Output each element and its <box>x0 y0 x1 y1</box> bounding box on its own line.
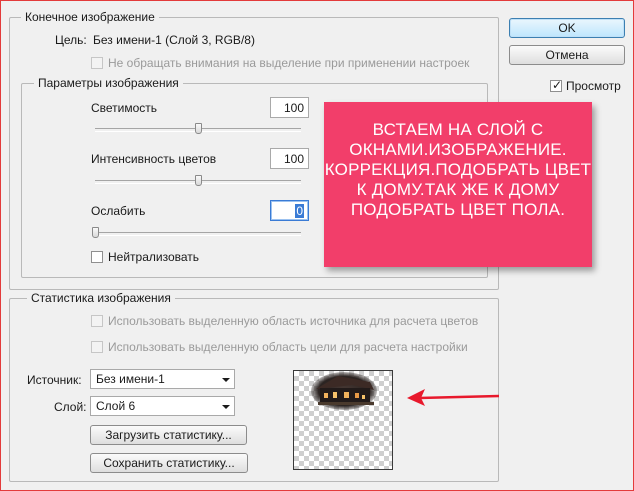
source-label: Источник: <box>27 373 82 387</box>
statistics-preview-thumbnail <box>293 370 393 470</box>
chevron-down-icon <box>222 378 230 382</box>
neutralize-checkbox[interactable] <box>91 251 103 263</box>
ignore-selection-checkbox[interactable] <box>91 57 103 69</box>
target-value: Без имени-1 (Слой 3, RGB/8) <box>93 33 255 47</box>
fade-slider-thumb[interactable] <box>92 227 99 238</box>
image-statistics-legend: Статистика изображения <box>27 291 175 305</box>
fade-slider-track[interactable] <box>95 232 301 236</box>
load-statistics-button[interactable]: Загрузить статистику... <box>90 425 247 445</box>
chevron-down-icon <box>222 405 230 409</box>
luminance-input[interactable]: 100 <box>270 97 309 118</box>
use-target-selection-checkbox[interactable] <box>91 341 103 353</box>
preview-label: Просмотр <box>566 79 621 93</box>
preview-checkbox[interactable]: ✓ <box>550 78 563 92</box>
layer-select-value: Слой 6 <box>96 399 136 413</box>
target-label: Цель: <box>55 33 87 47</box>
source-select[interactable]: Без имени-1 <box>90 369 235 389</box>
color-intensity-input[interactable]: 100 <box>270 148 309 169</box>
use-source-selection-checkbox[interactable] <box>91 315 103 327</box>
ignore-selection-label: Не обращать внимания на выделение при пр… <box>108 56 470 70</box>
luminance-slider-thumb[interactable] <box>195 123 202 134</box>
fade-value-text: 0 <box>295 204 304 218</box>
cancel-button[interactable]: Отмена <box>509 45 625 65</box>
fade-label: Ослабить <box>91 204 146 218</box>
neutralize-label: Нейтрализовать <box>108 250 200 264</box>
layer-label: Слой: <box>54 400 87 414</box>
luminance-label: Светимость <box>91 101 158 115</box>
color-intensity-slider-thumb[interactable] <box>195 175 202 186</box>
color-intensity-label: Интенсивность цветов <box>91 152 217 166</box>
save-statistics-button[interactable]: Сохранить статистику... <box>90 453 248 473</box>
layer-select[interactable]: Слой 6 <box>90 396 235 416</box>
use-target-selection-label: Использовать выделенную область цели для… <box>108 340 468 354</box>
ok-button[interactable]: OK <box>509 18 625 38</box>
house-image <box>311 372 377 410</box>
target-image-legend: Конечное изображение <box>21 10 159 24</box>
image-options-legend: Параметры изображения <box>34 76 183 90</box>
use-source-selection-label: Использовать выделенную область источник… <box>108 314 479 328</box>
annotation-note: ВСТАЕМ НА СЛОЙ С ОКНАМИ.ИЗОБРАЖЕНИЕ. КОР… <box>324 102 592 267</box>
arrow-left-icon <box>407 389 500 406</box>
source-select-value: Без имени-1 <box>96 372 165 386</box>
checkmark-icon: ✓ <box>551 78 563 92</box>
fade-input[interactable]: 0 <box>270 200 309 221</box>
